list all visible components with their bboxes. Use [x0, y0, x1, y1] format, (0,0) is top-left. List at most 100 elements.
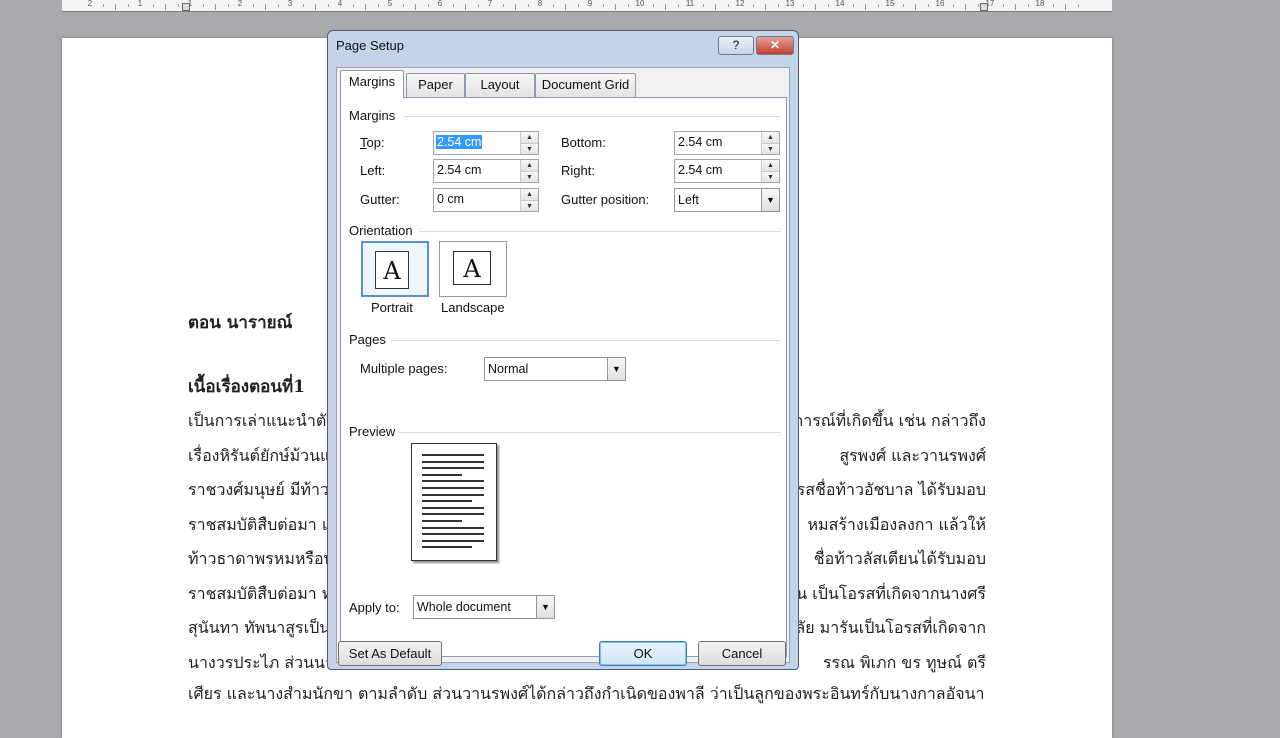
document-line-end: ชื่อท้าวลัสเตียนได้รับมอบ: [813, 549, 986, 568]
preview-line: [422, 539, 484, 542]
spin-up-icon[interactable]: ▲: [762, 160, 779, 171]
left-indent-marker[interactable]: [182, 3, 190, 11]
ruler-tick: [252, 4, 254, 7]
right-margin-value[interactable]: 2.54 cm: [677, 163, 723, 177]
ok-button[interactable]: OK: [599, 641, 687, 666]
spinner-arrows[interactable]: ▲ ▼: [520, 189, 538, 211]
tab-document-grid[interactable]: Document Grid: [535, 73, 636, 97]
ruler-tick: [802, 4, 804, 7]
top-label: Top:: [360, 135, 385, 150]
gutter-position-label: Gutter position:: [561, 192, 650, 207]
gutter-value[interactable]: 0 cm: [436, 192, 465, 206]
ruler-number: 16: [935, 0, 945, 8]
horizontal-ruler[interactable]: 21123456789101112131415161718: [62, 0, 1112, 12]
spinner-arrows[interactable]: ▲ ▼: [761, 160, 779, 182]
preview-line: [422, 467, 484, 470]
chevron-down-icon[interactable]: ▼: [536, 596, 554, 618]
multiple-pages-select[interactable]: Normal ▼: [484, 357, 626, 381]
spin-up-icon[interactable]: ▲: [521, 132, 538, 143]
ruler-tick: [902, 4, 904, 7]
bottom-margin-spinner[interactable]: 2.54 cm ▲ ▼: [674, 131, 780, 155]
chevron-down-icon[interactable]: ▼: [607, 358, 625, 380]
spin-up-icon[interactable]: ▲: [521, 189, 538, 200]
document-line-start: เรื่องหิรันต์ยักษ์ม้วนแ: [188, 445, 331, 465]
dialog-titlebar[interactable]: Page Setup ? ✕: [328, 31, 798, 61]
ruler-tick: [977, 4, 979, 7]
ruler-tick: [102, 4, 104, 7]
cancel-button[interactable]: Cancel: [698, 641, 786, 666]
chevron-down-icon[interactable]: ▼: [761, 189, 779, 211]
ruler-number: 11: [685, 0, 695, 8]
right-margin-spinner[interactable]: 2.54 cm ▲ ▼: [674, 159, 780, 183]
section-divider: [403, 116, 781, 117]
document-line-start: ราชวงศ์มนุษย์ มีท้าว: [188, 480, 329, 499]
spinner-arrows[interactable]: ▲ ▼: [520, 132, 538, 154]
multiple-pages-label: Multiple pages:: [360, 361, 448, 376]
margins-section-label: Margins: [349, 108, 396, 123]
bottom-margin-value[interactable]: 2.54 cm: [677, 135, 723, 149]
spin-down-icon[interactable]: ▼: [762, 143, 779, 154]
ruler-tick: [577, 4, 579, 7]
page-setup-dialog: Page Setup ? ✕ Margins Paper Layout Docu…: [327, 30, 799, 670]
preview-line: [422, 500, 472, 503]
ruler-tick: [352, 4, 354, 7]
apply-to-label: Apply to:: [349, 600, 400, 615]
ruler-number: 7: [487, 0, 493, 8]
left-margin-value[interactable]: 2.54 cm: [436, 163, 482, 177]
portrait-label: Portrait: [371, 300, 413, 315]
spin-up-icon[interactable]: ▲: [762, 132, 779, 143]
tab-paper[interactable]: Paper: [406, 73, 465, 97]
ruler-number: 13: [785, 0, 795, 8]
ruler-tick: [652, 4, 654, 7]
ruler-tick: [877, 4, 879, 7]
document-line-start: ราชสมบัติสืบต่อมา ท่: [188, 583, 333, 603]
spin-down-icon[interactable]: ▼: [521, 200, 538, 211]
ruler-tick: [177, 4, 179, 7]
ruler-number: 1: [137, 0, 143, 8]
close-button[interactable]: ✕: [756, 36, 794, 55]
set-as-default-button[interactable]: Set As Default: [338, 641, 442, 666]
top-margin-spinner[interactable]: 2.54 cm ▲ ▼: [433, 131, 539, 155]
document-line-start: นางวรประไภ ส่วนนา: [188, 652, 334, 672]
tab-margins[interactable]: Margins: [340, 70, 404, 98]
ruler-tick: [952, 4, 954, 7]
right-label: Right:: [561, 163, 595, 178]
document-line-end: น เป็นโอรสที่เกิดจากนางศรี: [796, 583, 986, 603]
spin-down-icon[interactable]: ▼: [762, 171, 779, 182]
document-line-end: รสชื่อท้าวอัชบาล ได้รับมอบ: [796, 480, 986, 499]
preview-line: [422, 493, 484, 496]
top-label-rest: op:: [366, 135, 385, 150]
preview-section-label: Preview: [349, 424, 396, 439]
portrait-button[interactable]: A: [361, 241, 429, 297]
ruler-tick: [502, 4, 504, 7]
document-subheading: เนื้อเรื่องตอนที่1: [188, 377, 305, 397]
ruler-tick: [277, 4, 279, 7]
ruler-tick: [127, 4, 129, 7]
gutter-position-select[interactable]: Left ▼: [674, 188, 780, 212]
ruler-tick: [427, 4, 429, 7]
document-line-start: สุนันทา ทัพนาสูรเป็น: [188, 618, 331, 637]
spin-up-icon[interactable]: ▲: [521, 160, 538, 171]
ruler-tick: [852, 4, 854, 7]
help-button[interactable]: ?: [718, 36, 754, 55]
gutter-label: Gutter:: [360, 192, 400, 207]
spinner-arrows[interactable]: ▲ ▼: [761, 132, 779, 154]
orientation-section-label: Orientation: [349, 223, 413, 238]
right-indent-marker[interactable]: [980, 3, 988, 11]
top-margin-value[interactable]: 2.54 cm: [436, 135, 483, 149]
spin-down-icon[interactable]: ▼: [521, 171, 538, 182]
ruler-number: 3: [287, 0, 293, 8]
gutter-spinner[interactable]: 0 cm ▲ ▼: [433, 188, 539, 212]
preview-line: [422, 546, 472, 549]
ruler-number: 8: [537, 0, 543, 8]
tab-layout[interactable]: Layout: [465, 73, 535, 97]
ruler-tick: [915, 4, 916, 10]
left-margin-spinner[interactable]: 2.54 cm ▲ ▼: [433, 159, 539, 183]
ruler-tick: [327, 4, 329, 7]
landscape-button[interactable]: A: [439, 241, 507, 297]
ruler-tick: [827, 4, 829, 7]
ruler-tick: [1027, 4, 1029, 7]
apply-to-select[interactable]: Whole document ▼: [413, 595, 555, 619]
spin-down-icon[interactable]: ▼: [521, 143, 538, 154]
spinner-arrows[interactable]: ▲ ▼: [520, 160, 538, 182]
